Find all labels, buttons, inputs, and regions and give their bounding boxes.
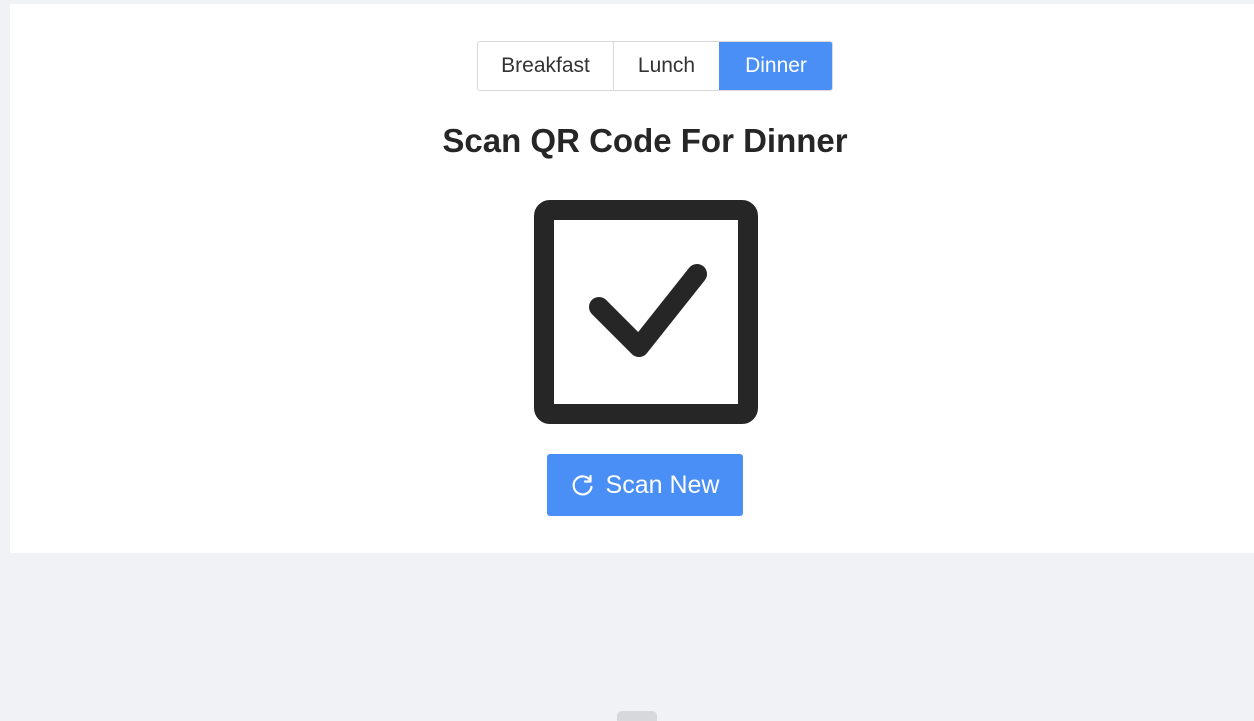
tab-breakfast[interactable]: Breakfast: [478, 42, 613, 90]
scan-new-button[interactable]: Scan New: [547, 454, 743, 516]
tab-dinner[interactable]: Dinner: [719, 42, 832, 90]
page-title: Scan QR Code For Dinner: [442, 122, 848, 159]
reload-icon: [571, 473, 595, 497]
meal-tabs: Breakfast Lunch Dinner: [477, 41, 833, 91]
tab-lunch[interactable]: Lunch: [613, 42, 719, 90]
scan-new-label: Scan New: [605, 470, 720, 499]
bottom-drawer-handle[interactable]: [617, 711, 657, 721]
checkbox-checked-icon: [534, 200, 758, 424]
scan-card: Breakfast Lunch Dinner Scan QR Code For …: [10, 4, 1254, 553]
